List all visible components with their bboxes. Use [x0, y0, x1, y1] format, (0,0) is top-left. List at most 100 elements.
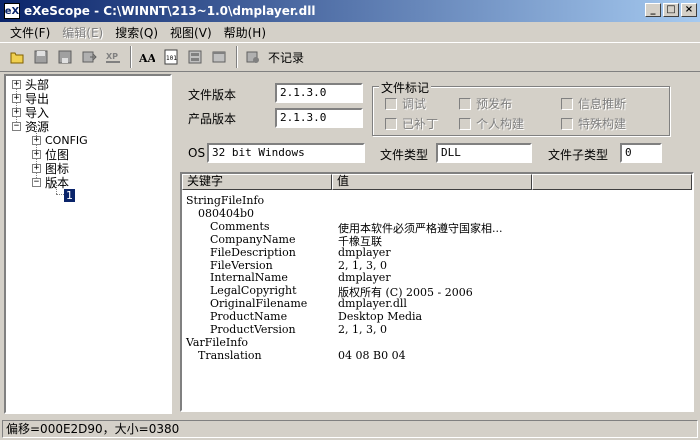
save-as-icon — [58, 50, 72, 64]
window-controls: _ □ × — [643, 3, 697, 17]
product-version-label: 产品版本 — [188, 112, 237, 126]
expand-icon[interactable]: + — [12, 93, 21, 103]
xp-icon: XP — [106, 52, 120, 63]
no-record-label[interactable]: 不记录 — [268, 49, 304, 66]
svg-text:XP: XP — [106, 52, 118, 61]
status-bar: 偏移=000E2D90，大小=0380 — [0, 418, 700, 440]
menu-search[interactable]: 搜索(Q) — [109, 24, 164, 41]
os-field[interactable]: 32 bit Windows — [207, 143, 365, 163]
menu-help[interactable]: 帮助(H) — [218, 24, 272, 41]
resource-view-button[interactable] — [184, 46, 206, 68]
tree-line — [56, 194, 64, 195]
product-version-field[interactable]: 2.1.3.0 — [275, 108, 363, 128]
menu-bar: 文件(F) 编辑(E) 搜索(Q) 视图(V) 帮助(H) — [0, 22, 700, 42]
file-type-label: 文件类型 — [380, 148, 429, 162]
list-item-value: dmplayer — [338, 245, 391, 259]
file-subtype-field[interactable]: 0 — [620, 143, 662, 163]
list-item-key[interactable]: CompanyName — [210, 233, 296, 246]
open-button[interactable] — [6, 46, 28, 68]
open-folder-icon — [10, 52, 24, 64]
list-item-value: 使用本软件必须严格遵守国家相... — [338, 221, 503, 235]
file-type-field[interactable]: DLL — [436, 143, 532, 163]
list-item-key[interactable]: Translation — [198, 349, 262, 362]
binary-icon: 101 — [164, 49, 178, 65]
expand-icon[interactable]: + — [32, 135, 41, 145]
expand-icon[interactable]: + — [12, 107, 21, 117]
no-record-button[interactable] — [242, 46, 264, 68]
list-item-key[interactable]: InternalName — [210, 271, 288, 284]
collapse-icon[interactable]: − — [12, 121, 21, 131]
menu-file[interactable]: 文件(F) — [4, 24, 56, 41]
list-item-key[interactable]: FileDescription — [210, 246, 296, 259]
checkbox-icon — [561, 97, 573, 110]
file-version-field[interactable]: 2.1.3.0 — [275, 83, 363, 103]
list-item-key[interactable]: ProductName — [210, 310, 287, 323]
expand-icon[interactable]: + — [12, 79, 21, 89]
record-icon — [246, 51, 259, 63]
toolbar-separator — [236, 46, 238, 68]
tree-node-version[interactable]: − 版本 — [32, 175, 69, 190]
flag-debug-checkbox[interactable]: 调试 — [385, 95, 426, 112]
list-item-value: dmplayer — [338, 271, 391, 285]
list-item-value: 04 08 B0 04 — [338, 348, 406, 362]
string-info-list[interactable]: 关键字 值 StringFileInfo 080404b0 Comments 使用本软… — [180, 172, 694, 412]
font-button[interactable]: AA — [136, 46, 158, 68]
expand-icon[interactable]: + — [32, 149, 41, 159]
column-header-value[interactable]: 值 — [332, 174, 532, 190]
flag-private-build-checkbox[interactable]: 个人构建 — [459, 115, 524, 132]
list-item-key[interactable]: Comments — [210, 220, 270, 233]
resource-icon — [188, 50, 202, 64]
status-text: 偏移=000E2D90，大小=0380 — [2, 420, 698, 438]
title-bar: eX eXeScope - C:\WINNT\213~1.0\dmplayer.… — [0, 0, 700, 22]
checkbox-icon — [459, 97, 471, 110]
export-button[interactable] — [78, 46, 100, 68]
binary-view-button[interactable]: 101 — [160, 46, 182, 68]
svg-text:101: 101 — [166, 55, 177, 62]
file-flags-title: 文件标记 — [379, 79, 432, 96]
file-subtype-label: 文件子类型 — [548, 148, 609, 162]
checkbox-icon — [385, 97, 397, 110]
checkbox-icon — [561, 117, 573, 130]
save-as-button[interactable] — [54, 46, 76, 68]
column-header-key[interactable]: 关键字 — [182, 174, 332, 190]
maximize-button[interactable]: □ — [663, 3, 679, 17]
app-icon: eX — [4, 3, 20, 19]
menu-edit[interactable]: 编辑(E) — [56, 24, 109, 41]
flag-patched-checkbox[interactable]: 已补丁 — [385, 115, 438, 132]
tree-node-version-1[interactable]: 1 — [64, 188, 75, 202]
font-icon: AA — [139, 52, 155, 65]
list-item-value: 千橡互联 — [338, 234, 382, 248]
export-icon — [82, 51, 97, 63]
list-header: 关键字 值 — [182, 174, 692, 190]
list-item-value: Desktop Media — [338, 310, 423, 324]
collapse-icon[interactable]: − — [32, 177, 41, 187]
list-item-key[interactable]: LegalCopyright — [210, 284, 297, 297]
toolbar: XP AA 101 不记录 — [0, 42, 700, 72]
expand-icon[interactable]: + — [32, 163, 41, 173]
minimize-button[interactable]: _ — [645, 3, 661, 17]
list-item-key[interactable]: FileVersion — [210, 259, 273, 272]
window-title: eXeScope - C:\WINNT\213~1.0\dmplayer.dll — [24, 4, 316, 18]
file-version-label: 文件版本 — [188, 88, 237, 102]
xp-button[interactable]: XP — [102, 46, 124, 68]
flag-info-inferred-checkbox[interactable]: 信息推断 — [561, 95, 626, 112]
flag-special-build-checkbox[interactable]: 特殊构建 — [561, 115, 626, 132]
close-button[interactable]: × — [681, 3, 697, 17]
tree-node-resources[interactable]: − 资源 — [12, 119, 49, 134]
dialog-icon — [212, 51, 226, 63]
dialog-view-button[interactable] — [208, 46, 230, 68]
list-item-key[interactable]: OriginalFilename — [210, 297, 307, 310]
menu-view[interactable]: 视图(V) — [164, 24, 218, 41]
list-item-key[interactable]: StringFileInfo — [186, 194, 264, 207]
resource-tree[interactable]: + 头部 + 导出 + 导入 − 资源 + CONFIG + 位图 + 图标 − 版本 1 — [4, 74, 172, 414]
list-item-value: 版权所有 (C) 2005 - 2006 — [338, 286, 473, 300]
list-item-value: dmplayer.dll — [338, 297, 407, 311]
save-icon — [34, 50, 48, 64]
save-button[interactable] — [30, 46, 52, 68]
list-item-key[interactable]: ProductVersion — [210, 323, 296, 336]
flag-prerelease-checkbox[interactable]: 预发布 — [459, 95, 512, 112]
list-item-key[interactable]: VarFileInfo — [186, 336, 248, 349]
list-item-key[interactable]: 080404b0 — [198, 207, 254, 220]
os-label: OS — [188, 146, 206, 160]
version-panel: 文件版本 2.1.3.0 产品版本 2.1.3.0 文件标记 调试 预发布 信息… — [178, 74, 696, 414]
